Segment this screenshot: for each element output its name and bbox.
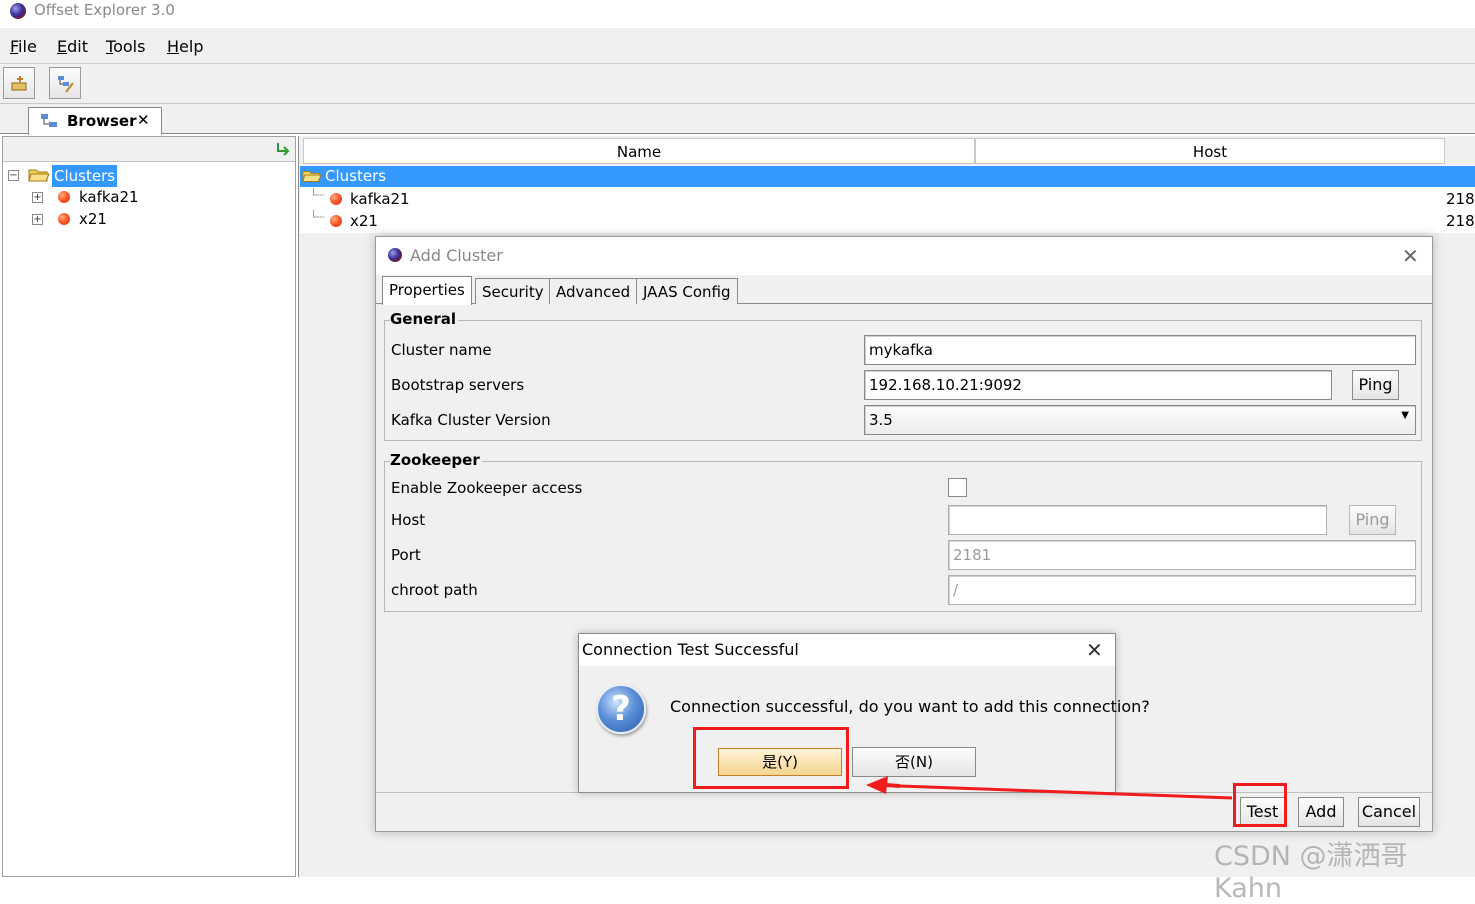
zookeeper-group-title: Zookeeper — [390, 451, 482, 469]
confirm-title: Connection Test Successful — [582, 640, 799, 659]
table-cell-name: kafka21 — [350, 190, 410, 208]
table-row[interactable]: Clusters — [300, 166, 1475, 187]
cluster-status-icon — [58, 191, 70, 203]
cluster-status-icon — [330, 193, 342, 205]
bootstrap-ping-button[interactable]: Ping — [1352, 370, 1399, 400]
refresh-arrow-icon[interactable] — [276, 141, 290, 157]
cluster-name-label: Cluster name — [391, 341, 492, 359]
kafka-version-label: Kafka Cluster Version — [391, 411, 551, 429]
zk-host-label: Host — [391, 511, 426, 529]
menu-help[interactable]: Help — [167, 37, 203, 56]
enable-zookeeper-checkbox[interactable] — [948, 478, 967, 497]
general-group-title: General — [390, 310, 458, 328]
tree-item-x21[interactable]: + x21 — [32, 209, 232, 231]
app-logo-icon — [388, 248, 402, 262]
chevron-down-icon[interactable]: ▼ — [1401, 410, 1409, 421]
table-row[interactable]: └┄ kafka21 218 — [300, 188, 1475, 210]
zk-port-field[interactable]: 2181 — [948, 540, 1416, 570]
folder-open-icon — [302, 171, 322, 182]
tree-edit-button[interactable] — [49, 67, 81, 99]
tree-pane-header — [3, 137, 295, 162]
close-icon[interactable]: ✕ — [1402, 244, 1419, 268]
zk-ping-button[interactable]: Ping — [1349, 505, 1396, 535]
annotation-box-yes — [693, 727, 849, 789]
no-button-label: 否(N) — [895, 753, 933, 771]
toolbar — [0, 64, 1475, 104]
collapse-icon[interactable]: − — [8, 170, 19, 181]
enable-zookeeper-label: Enable Zookeeper access — [391, 479, 583, 497]
tab-security[interactable]: Security — [475, 278, 551, 304]
bootstrap-servers-label: Bootstrap servers — [391, 376, 525, 394]
expand-icon[interactable]: + — [32, 214, 43, 225]
kafka-version-value: 3.5 — [869, 411, 893, 429]
column-header-host[interactable]: Host — [975, 138, 1445, 164]
chroot-path-label: chroot path — [391, 581, 478, 599]
column-header-name[interactable]: Name — [303, 138, 975, 164]
chroot-path-field[interactable]: / — [948, 575, 1416, 605]
bootstrap-servers-field[interactable]: 192.168.10.21:9092 — [864, 370, 1332, 400]
app-logo-icon — [10, 3, 26, 19]
table-cell-host: 218 — [1446, 212, 1475, 230]
zk-port-label: Port — [391, 546, 421, 564]
tab-strip — [0, 104, 1475, 134]
question-icon: ? — [596, 684, 646, 734]
cluster-name-field[interactable]: mykafka — [864, 335, 1416, 365]
tab-advanced[interactable]: Advanced — [549, 278, 638, 304]
confirm-message: Connection successful, do you want to ad… — [670, 697, 1150, 716]
watermark: CSDN @潇洒哥Kahn — [1214, 841, 1408, 904]
tree-item-kafka21[interactable]: + kafka21 — [32, 187, 232, 209]
menu-edit[interactable]: Edit — [57, 37, 88, 56]
annotation-box-test — [1233, 783, 1287, 827]
tab-close-icon[interactable]: ✕ — [137, 111, 150, 129]
cluster-status-icon — [330, 215, 342, 227]
tree-icon — [41, 114, 57, 127]
tree-item-label: Clusters — [52, 165, 118, 187]
menu-tools[interactable]: Tools — [106, 37, 145, 56]
tree-item-label: x21 — [79, 210, 107, 228]
tab-properties[interactable]: Properties — [382, 276, 472, 305]
title-bar — [0, 0, 1475, 28]
tree-pane — [2, 136, 296, 877]
tree-item-label: kafka21 — [79, 188, 139, 206]
annotation-arrow — [866, 776, 1233, 800]
dialog-title: Add Cluster — [410, 246, 503, 265]
expand-icon[interactable]: + — [32, 192, 43, 203]
tab-browser-label: Browser — [67, 112, 137, 130]
window-title: Offset Explorer 3.0 — [34, 1, 175, 19]
close-icon[interactable]: ✕ — [1086, 638, 1103, 662]
add-cluster-button[interactable] — [3, 67, 35, 99]
menu-file[interactable]: File — [10, 37, 37, 56]
zk-host-field[interactable] — [948, 505, 1327, 535]
add-cluster-icon — [11, 76, 27, 91]
tree-item-clusters[interactable]: − Clusters — [8, 165, 208, 187]
tab-jaas-config[interactable]: JAAS Config — [636, 278, 738, 304]
table-row[interactable]: └┄ x21 218 — [300, 210, 1475, 232]
table-cell-name: Clusters — [325, 167, 387, 185]
add-button[interactable]: Add — [1298, 797, 1344, 827]
kafka-version-select[interactable]: 3.5 ▼ — [864, 405, 1416, 435]
cluster-status-icon — [58, 213, 70, 225]
folder-open-icon — [28, 169, 50, 182]
cancel-button[interactable]: Cancel — [1358, 797, 1420, 827]
table-cell-host: 218 — [1446, 190, 1475, 208]
menu-bar: File Edit Tools Help — [0, 28, 1475, 64]
tree-edit-icon — [58, 76, 74, 93]
dialog-title-bar — [376, 237, 1432, 275]
tab-browser[interactable]: Browser ✕ — [28, 107, 162, 135]
table-cell-name: x21 — [350, 212, 378, 230]
